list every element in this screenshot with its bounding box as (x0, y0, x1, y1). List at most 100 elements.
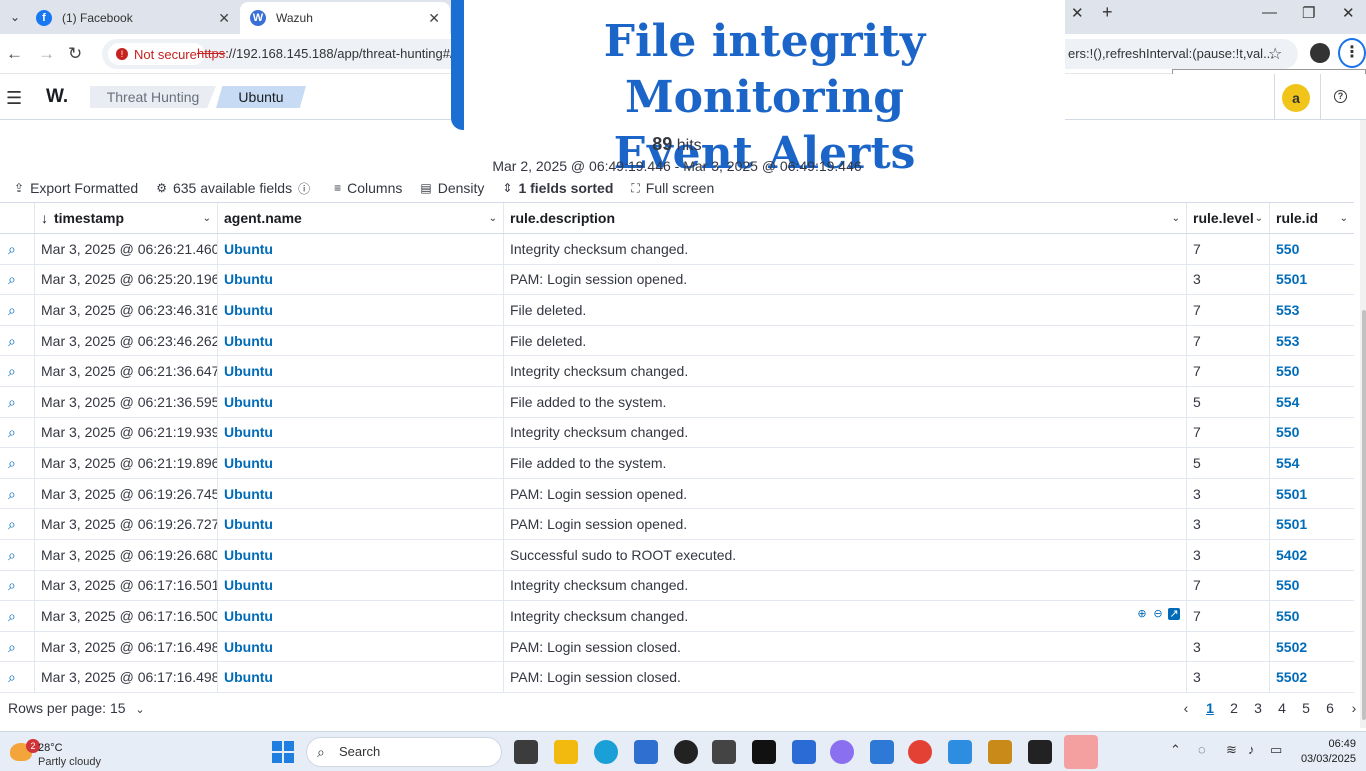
cell-rule-id[interactable]: 553 (1270, 295, 1354, 325)
vscode-icon[interactable] (948, 740, 972, 764)
app-icon[interactable] (792, 740, 816, 764)
cell-rule-id[interactable]: 5502 (1270, 632, 1354, 662)
cell-timestamp[interactable]: Mar 3, 2025 @ 06:19:26.727 (35, 509, 218, 539)
cell-agent-name[interactable]: Ubuntu (218, 264, 504, 295)
table-row[interactable]: ⌕ Mar 3, 2025 @ 06:19:26.727 Ubuntu PAM: Lo… (0, 509, 1354, 540)
app-icon[interactable] (988, 740, 1012, 764)
tab-wazuh[interactable]: W Wazuh ✕ (240, 2, 450, 34)
rule-id-link[interactable]: 5501 (1276, 516, 1307, 532)
cell-rule-id[interactable]: 554 (1270, 387, 1354, 417)
powershell-icon[interactable] (870, 740, 894, 764)
inspect-document-icon[interactable]: ⌕ (8, 394, 24, 410)
rule-id-link[interactable]: 550 (1276, 363, 1299, 379)
cell-rule-level[interactable]: 7 (1187, 417, 1270, 448)
back-icon[interactable]: ← (6, 44, 23, 64)
close-icon[interactable]: ✕ (428, 10, 440, 27)
cell-rule-level[interactable]: 7 (1187, 295, 1270, 325)
cell-agent-name[interactable]: Ubuntu (218, 601, 504, 631)
cell-timestamp[interactable]: Mar 3, 2025 @ 06:21:36.647 (35, 356, 218, 386)
export-formatted-button[interactable]: ⇪ Export Formatted (14, 180, 138, 196)
cell-timestamp[interactable]: Mar 3, 2025 @ 06:21:36.595 (35, 386, 218, 417)
inspect-document-icon[interactable]: ⌕ (8, 608, 24, 624)
agent-link[interactable]: Ubuntu (224, 608, 273, 624)
bookmark-star-icon[interactable]: ☆ (1268, 44, 1282, 64)
agent-link[interactable]: Ubuntu (224, 516, 273, 532)
app-icon[interactable] (712, 740, 736, 764)
table-row[interactable]: ⌕ Mar 3, 2025 @ 06:21:19.939 Ubuntu Integri… (0, 417, 1354, 449)
density-button[interactable]: ▤ Density (420, 180, 484, 196)
chrome-menu-icon[interactable]: ⋮ (1338, 38, 1366, 68)
wazuh-logo[interactable]: W. (46, 86, 68, 108)
edge-icon[interactable] (594, 740, 618, 764)
scrollbar-thumb[interactable] (1362, 310, 1366, 720)
cell-timestamp[interactable]: Mar 3, 2025 @ 06:25:20.196 (35, 264, 218, 295)
cell-rule-level[interactable]: 7 (1187, 234, 1270, 264)
cell-rule-level[interactable]: 3 (1187, 264, 1270, 295)
filter-in-icon[interactable]: ⊕ (1136, 608, 1148, 620)
cell-timestamp[interactable]: Mar 3, 2025 @ 06:21:19.939 (35, 417, 218, 448)
column-header-rule-level[interactable]: rule.level ⌄ (1187, 203, 1270, 233)
cell-rule-description[interactable]: PAM: Login session opened. (504, 478, 1187, 509)
table-row[interactable]: ⌕ Mar 3, 2025 @ 06:17:16.498 Ubuntu PAM: Lo… (0, 631, 1354, 663)
window-close-icon[interactable]: ✕ (1342, 4, 1355, 22)
cell-rule-id[interactable]: 550 (1270, 356, 1354, 386)
chevron-up-icon[interactable]: ⌃ (1170, 742, 1181, 758)
breadcrumb-ubuntu[interactable]: Ubuntu (216, 86, 306, 108)
tab-facebook[interactable]: f (1) Facebook ✕ (26, 2, 240, 34)
system-clock[interactable]: 06:49 03/03/2025 (1300, 737, 1356, 767)
cell-rule-description[interactable]: File deleted. (504, 295, 1187, 325)
cell-timestamp[interactable]: Mar 3, 2025 @ 06:17:16.498 (35, 662, 218, 692)
start-windows-icon[interactable] (272, 741, 294, 763)
rule-id-link[interactable]: 554 (1276, 394, 1299, 410)
table-row[interactable]: ⌕ Mar 3, 2025 @ 06:17:16.500 Ubuntu Integri… (0, 601, 1354, 632)
cell-rule-level[interactable]: 3 (1187, 539, 1270, 570)
cell-rule-description[interactable]: File deleted. (504, 325, 1187, 356)
cell-timestamp[interactable]: Mar 3, 2025 @ 06:26:21.460 (35, 234, 218, 264)
cell-rule-id[interactable]: 550 (1270, 418, 1354, 448)
agent-link[interactable]: Ubuntu (224, 639, 273, 655)
snipping-tool-icon[interactable] (1064, 735, 1098, 769)
table-row[interactable]: ⌕ Mar 3, 2025 @ 06:21:36.647 Ubuntu Integri… (0, 356, 1354, 387)
cell-rule-description[interactable]: PAM: Login session closed. (504, 662, 1187, 692)
prev-page-icon[interactable]: ‹ (1174, 700, 1198, 716)
chevron-down-icon[interactable]: ⌄ (1255, 213, 1263, 224)
agent-link[interactable]: Ubuntu (224, 363, 273, 379)
page-6[interactable]: 6 (1318, 700, 1342, 716)
page-5[interactable]: 5 (1294, 700, 1318, 716)
rule-id-link[interactable]: 5501 (1276, 271, 1307, 287)
cell-rule-id[interactable]: 5501 (1270, 509, 1354, 539)
inspect-document-icon[interactable]: ⌕ (8, 486, 24, 502)
breadcrumb-threat-hunting[interactable]: Threat Hunting (90, 86, 216, 108)
cell-timestamp[interactable]: Mar 3, 2025 @ 06:19:26.680 (35, 539, 218, 570)
full-screen-button[interactable]: ⛶ Full screen (631, 180, 714, 196)
cell-rule-id[interactable]: 550 (1270, 234, 1354, 264)
rule-id-link[interactable]: 550 (1276, 424, 1299, 440)
agent-link[interactable]: Ubuntu (224, 455, 273, 471)
cell-rule-level[interactable]: 7 (1187, 325, 1270, 356)
rule-id-link[interactable]: 5502 (1276, 639, 1307, 655)
chrome-icon[interactable] (908, 740, 932, 764)
agent-link[interactable]: Ubuntu (224, 302, 273, 318)
cell-rule-level[interactable]: 5 (1187, 386, 1270, 417)
page-2[interactable]: 2 (1222, 700, 1246, 716)
cell-rule-level[interactable]: 5 (1187, 448, 1270, 478)
agent-link[interactable]: Ubuntu (224, 577, 273, 593)
inspect-document-icon[interactable]: ⌕ (8, 547, 24, 563)
maximize-icon[interactable]: ❐ (1302, 4, 1315, 22)
inspect-document-icon[interactable]: ⌕ (8, 639, 24, 655)
table-row[interactable]: ⌕ Mar 3, 2025 @ 06:19:26.745 Ubuntu PAM: Lo… (0, 478, 1354, 510)
inspect-document-icon[interactable]: ⌕ (8, 424, 24, 440)
column-header-timestamp[interactable]: ↓ timestamp ⌄ (35, 203, 218, 233)
cell-rule-id[interactable]: 5501 (1270, 479, 1354, 509)
taskbar-search[interactable]: ⌕ Search (306, 737, 502, 767)
table-row[interactable]: ⌕ Mar 3, 2025 @ 06:23:46.316 Ubuntu File de… (0, 295, 1354, 326)
columns-button[interactable]: ≡ Columns (334, 180, 402, 196)
store-icon[interactable] (634, 740, 658, 764)
cell-rule-level[interactable]: 3 (1187, 631, 1270, 662)
cell-rule-id[interactable]: 5402 (1270, 540, 1354, 570)
chevron-down-icon[interactable]: ⌄ (203, 213, 211, 224)
rule-id-link[interactable]: 5402 (1276, 547, 1307, 563)
table-row[interactable]: ⌕ Mar 3, 2025 @ 06:17:16.501 Ubuntu Integri… (0, 570, 1354, 602)
chevron-down-icon[interactable]: ⌄ (1172, 213, 1180, 224)
sort-fields-button[interactable]: ⇕ 1 fields sorted (502, 180, 613, 196)
